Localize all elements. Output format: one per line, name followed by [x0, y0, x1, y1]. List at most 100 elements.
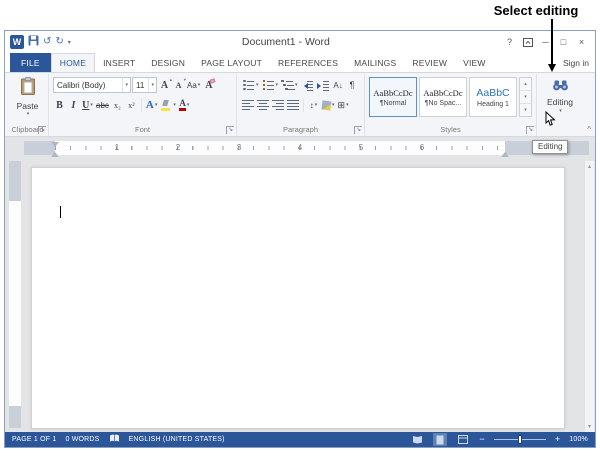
style-heading-1[interactable]: AaBbC Heading 1 — [469, 77, 517, 117]
clipboard-dialog-launcher-icon[interactable]: ↘ — [38, 126, 46, 134]
ruler-number: 4 — [295, 143, 305, 152]
show-hide-pilcrow-button[interactable]: ¶ — [346, 77, 359, 93]
ruler-ticks — [55, 146, 505, 150]
text-effects-button[interactable]: A▾ — [145, 97, 158, 113]
zoom-slider[interactable] — [494, 439, 546, 440]
redo-icon[interactable]: ↻ — [55, 37, 63, 47]
styles-scroll-up-icon[interactable]: ▴ — [520, 78, 531, 91]
word-count[interactable]: 0 WORDS — [65, 436, 99, 443]
vertical-ruler[interactable] — [9, 161, 21, 428]
tab-file[interactable]: FILE — [10, 53, 51, 72]
paragraph-dialog-launcher-icon[interactable]: ↘ — [354, 126, 362, 134]
vertical-scrollbar[interactable]: ▴ ▾ — [584, 161, 594, 432]
decrease-indent-button[interactable] — [300, 77, 315, 93]
align-right-icon — [272, 100, 284, 110]
help-icon[interactable]: ? — [501, 34, 518, 50]
italic-button[interactable]: I — [67, 97, 80, 113]
increase-indent-button[interactable] — [316, 77, 331, 93]
tab-review[interactable]: REVIEW — [404, 54, 455, 72]
hanging-indent-marker[interactable] — [51, 148, 59, 157]
annotation-label: Select editing — [478, 3, 594, 18]
font-name-dropdown-icon[interactable]: ▾ — [122, 78, 130, 92]
sign-in-link[interactable]: Sign in — [563, 58, 589, 68]
scroll-down-icon[interactable]: ▾ — [588, 423, 591, 430]
ruler-number: 2 — [173, 143, 183, 152]
underline-button[interactable]: U▾ — [81, 97, 94, 113]
read-mode-icon[interactable] — [410, 433, 424, 446]
justify-button[interactable] — [286, 97, 300, 113]
tab-page-layout[interactable]: PAGE LAYOUT — [193, 54, 270, 72]
style-normal[interactable]: AaBbCcDc ¶Normal — [369, 77, 417, 117]
text-caret — [60, 206, 61, 218]
ruler-number: 1 — [112, 143, 122, 152]
tab-insert[interactable]: INSERT — [95, 54, 143, 72]
status-bar: PAGE 1 OF 1 0 WORDS ENGLISH (UNITED STAT… — [5, 432, 595, 447]
grow-font-button[interactable]: A▴ — [158, 77, 171, 93]
web-layout-icon[interactable] — [456, 433, 470, 446]
language-indicator[interactable]: ENGLISH (UNITED STATES) — [129, 436, 225, 443]
paste-button[interactable]: Paste ▾ — [17, 75, 39, 117]
ribbon-display-options-icon[interactable] — [519, 34, 536, 50]
save-icon[interactable] — [28, 33, 39, 51]
zoom-in-icon[interactable]: + — [555, 435, 560, 444]
borders-button[interactable]: ⊞▾ — [337, 97, 350, 113]
print-layout-icon[interactable] — [433, 433, 447, 446]
proofing-icon[interactable] — [109, 434, 120, 445]
align-right-button[interactable] — [271, 97, 285, 113]
increase-indent-icon — [317, 80, 330, 91]
font-name-select[interactable]: Calibri (Body) ▾ — [53, 77, 131, 93]
tab-design[interactable]: DESIGN — [143, 54, 193, 72]
line-spacing-button[interactable]: ↕▾ — [307, 97, 320, 113]
right-indent-marker[interactable] — [501, 148, 509, 157]
tab-home[interactable]: HOME — [51, 53, 95, 73]
collapse-ribbon-icon[interactable]: ^ — [587, 125, 591, 134]
zoom-slider-thumb[interactable] — [518, 435, 522, 444]
styles-scroll-down-icon[interactable]: ▾ — [520, 91, 531, 104]
change-case-button[interactable]: Aa▾ — [186, 77, 201, 93]
font-dialog-launcher-icon[interactable]: ↘ — [226, 126, 234, 134]
scroll-up-icon[interactable]: ▴ — [588, 163, 591, 170]
font-size-dropdown-icon[interactable]: ▾ — [148, 78, 156, 92]
shading-button[interactable]: ▾ — [321, 97, 336, 113]
clipboard-icon — [20, 77, 36, 100]
sort-button[interactable]: A↓ — [332, 77, 345, 93]
tab-view[interactable]: VIEW — [455, 54, 494, 72]
subscript-button[interactable]: x₂ — [111, 97, 124, 113]
clear-formatting-button[interactable]: A — [202, 77, 215, 93]
styles-dialog-launcher-icon[interactable]: ↘ — [526, 126, 534, 134]
strikethrough-button[interactable]: abc — [95, 97, 110, 113]
style-no-spacing[interactable]: AaBbCcDc ¶No Spac... — [419, 77, 467, 117]
sort-icon: A↓ — [333, 81, 342, 90]
editing-tooltip: Editing — [532, 140, 568, 154]
highlight-color-button[interactable]: ▾ — [159, 97, 177, 113]
zoom-out-icon[interactable]: − — [479, 435, 484, 444]
multilevel-list-button[interactable]: ▾ — [280, 77, 299, 93]
close-icon[interactable]: × — [573, 34, 590, 50]
maximize-icon[interactable]: □ — [555, 34, 572, 50]
styles-more-icon[interactable]: ▾ — [520, 104, 531, 116]
ribbon: Paste ▾ Clipboard ↘ Calibri (Body) ▾ 11 … — [5, 72, 595, 137]
font-size-select[interactable]: 11 ▾ — [132, 77, 157, 93]
tab-mailings[interactable]: MAILINGS — [346, 54, 404, 72]
horizontal-ruler[interactable]: 1 2 3 4 5 6 — [24, 141, 589, 155]
numbering-button[interactable]: ▾ — [261, 77, 280, 93]
shrink-font-button[interactable]: A▾ — [172, 77, 185, 93]
undo-icon[interactable]: ↺ — [43, 37, 51, 47]
align-center-button[interactable] — [256, 97, 270, 113]
font-color-button[interactable]: A▾ — [178, 97, 191, 113]
page-indicator[interactable]: PAGE 1 OF 1 — [12, 436, 56, 443]
tab-references[interactable]: REFERENCES — [270, 54, 346, 72]
zoom-level[interactable]: 100% — [569, 436, 588, 443]
paragraph-group: ▾ ▾ ▾ A↓ ¶ ↕▾ ▾ ⊞▾ — [237, 74, 365, 136]
word-logo-icon[interactable]: W — [10, 35, 24, 49]
numbering-icon — [262, 80, 275, 91]
bold-button[interactable]: B — [53, 97, 66, 113]
styles-group: AaBbCcDc ¶Normal AaBbCcDc ¶No Spac... Aa… — [365, 74, 537, 136]
document-page[interactable] — [31, 167, 565, 429]
align-left-button[interactable] — [241, 97, 255, 113]
styles-group-label: Styles — [369, 123, 532, 136]
superscript-button[interactable]: x² — [125, 97, 138, 113]
styles-gallery: AaBbCcDc ¶Normal AaBbCcDc ¶No Spac... Aa… — [369, 75, 532, 119]
bullets-button[interactable]: ▾ — [241, 77, 260, 93]
editing-button[interactable]: Editing ▾ — [547, 75, 573, 114]
